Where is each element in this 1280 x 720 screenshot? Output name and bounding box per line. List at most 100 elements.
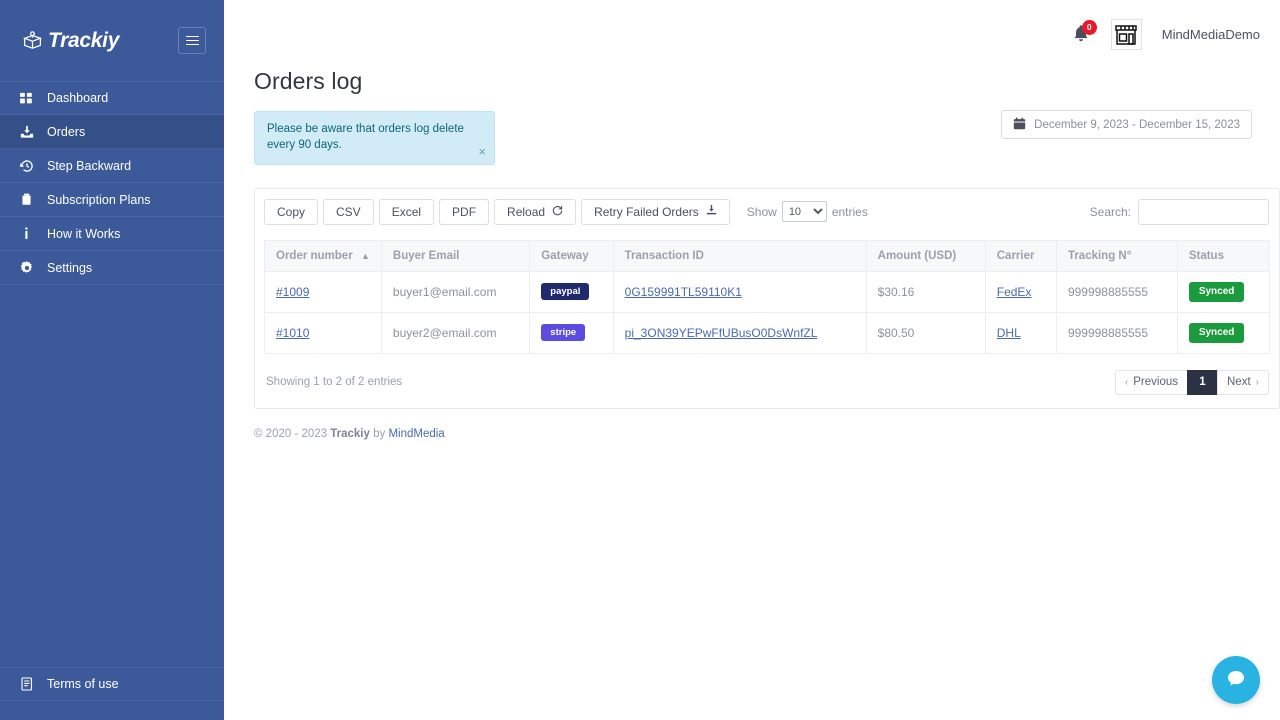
cell-tracking-number: 999998885555 xyxy=(1056,271,1177,312)
cell-order-number: #1010 xyxy=(265,312,382,353)
orders-table-head: Order number ▲ Buyer Email Gateway Trans… xyxy=(265,240,1270,271)
store-name[interactable]: MindMediaDemo xyxy=(1162,27,1260,42)
sidebar-item-label: Step Backward xyxy=(47,159,131,173)
cell-tracking-number: 999998885555 xyxy=(1056,312,1177,353)
chat-bubble-icon xyxy=(1224,667,1248,694)
chat-widget-button[interactable] xyxy=(1212,656,1260,704)
csv-button[interactable]: CSV xyxy=(323,199,374,225)
pdf-button[interactable]: PDF xyxy=(439,199,489,225)
sidebar-item-label: Settings xyxy=(47,261,92,275)
status-badge: Synced xyxy=(1189,282,1245,302)
transaction-id-link[interactable]: 0G159991TL59110K1 xyxy=(625,285,742,299)
order-number-link[interactable]: #1009 xyxy=(276,285,309,299)
grid-icon xyxy=(19,91,34,106)
footer-company-link[interactable]: MindMedia xyxy=(388,428,444,440)
pagination-page-1[interactable]: 1 xyxy=(1187,370,1217,395)
column-header-carrier[interactable]: Carrier xyxy=(985,240,1056,271)
alert-text: Please be aware that orders log delete e… xyxy=(267,123,464,151)
orders-table-card: Copy CSV Excel PDF Reload xyxy=(254,188,1280,409)
csv-button-label: CSV xyxy=(336,205,361,219)
sidebar-item-dashboard[interactable]: Dashboard xyxy=(0,81,224,115)
cell-gateway: stripe xyxy=(530,312,613,353)
main-content: Orders log Please be aware that orders l… xyxy=(224,62,1280,720)
export-buttons: Copy CSV Excel PDF Reload xyxy=(264,199,868,225)
cell-buyer-email: buyer2@email.com xyxy=(381,312,529,353)
footer-brand: Trackiy xyxy=(330,428,370,440)
transaction-id-link[interactable]: pi_3ON39YEPwFfUBusO0DsWnfZL xyxy=(625,326,818,340)
pagination-next[interactable]: Next › xyxy=(1217,370,1269,395)
pdf-button-label: PDF xyxy=(452,205,476,219)
carrier-link[interactable]: DHL xyxy=(997,326,1021,340)
topbar: 0 MindMediaDemo xyxy=(224,0,1280,62)
sidebar-header: Trackiy xyxy=(0,0,224,81)
chevron-left-icon: ‹ xyxy=(1125,377,1128,388)
page-length-select[interactable]: 10 25 50 100 xyxy=(782,201,827,222)
storefront-icon[interactable] xyxy=(1111,19,1142,50)
footer: © 2020 - 2023 Trackiy by MindMedia xyxy=(254,428,1264,440)
notifications-button[interactable]: 0 xyxy=(1071,24,1091,46)
column-header-transaction-id[interactable]: Transaction ID xyxy=(613,240,866,271)
search-input[interactable] xyxy=(1138,199,1269,225)
chevron-right-icon: › xyxy=(1256,377,1259,388)
sidebar-nav: Dashboard Orders Step Backward xyxy=(0,81,224,285)
download-box-icon xyxy=(19,124,34,139)
info-alert: Please be aware that orders log delete e… xyxy=(254,111,495,165)
bell-icon xyxy=(1071,33,1091,48)
sidebar-item-label: Subscription Plans xyxy=(47,193,151,207)
sidebar-item-label: Terms of use xyxy=(47,677,119,691)
search-label: Search: xyxy=(1090,205,1131,219)
orders-table: Order number ▲ Buyer Email Gateway Trans… xyxy=(264,240,1270,354)
alert-and-daterange-row: Please be aware that orders log delete e… xyxy=(240,111,1264,165)
show-label: Show xyxy=(747,205,777,219)
cell-amount: $30.16 xyxy=(866,271,985,312)
sidebar-item-how-it-works[interactable]: How it Works xyxy=(0,217,224,251)
carrier-link[interactable]: FedEx xyxy=(997,285,1032,299)
order-number-link[interactable]: #1010 xyxy=(276,326,309,340)
brand-name: Trackiy xyxy=(48,29,119,53)
table-row: #1009 buyer1@email.com paypal 0G159991TL… xyxy=(265,271,1270,312)
cell-order-number: #1009 xyxy=(265,271,382,312)
sidebar-item-orders[interactable]: Orders xyxy=(0,115,224,149)
orders-table-body: #1009 buyer1@email.com paypal 0G159991TL… xyxy=(265,271,1270,353)
pagination-previous[interactable]: ‹ Previous xyxy=(1115,370,1187,395)
column-header-tracking-number[interactable]: Tracking N° xyxy=(1056,240,1177,271)
info-icon xyxy=(19,226,34,241)
brand[interactable]: Trackiy xyxy=(22,29,119,53)
excel-button[interactable]: Excel xyxy=(379,199,434,225)
page-title: Orders log xyxy=(240,62,1264,95)
sidebar-item-label: How it Works xyxy=(47,227,120,241)
status-badge: Synced xyxy=(1189,323,1245,343)
table-row: #1010 buyer2@email.com stripe pi_3ON39YE… xyxy=(265,312,1270,353)
gear-icon xyxy=(19,260,34,275)
sidebar-item-subscription-plans[interactable]: Subscription Plans xyxy=(0,183,224,217)
sidebar-item-terms-of-use[interactable]: Terms of use xyxy=(0,667,224,701)
date-range-picker[interactable]: December 9, 2023 - December 15, 2023 xyxy=(1001,110,1252,139)
column-header-buyer-email[interactable]: Buyer Email xyxy=(381,240,529,271)
hamburger-icon[interactable] xyxy=(178,27,206,54)
history-clock-icon xyxy=(19,158,34,173)
cell-gateway: paypal xyxy=(530,271,613,312)
notification-badge: 0 xyxy=(1082,20,1097,35)
sidebar-item-settings[interactable]: Settings xyxy=(0,251,224,285)
reload-button[interactable]: Reload xyxy=(494,199,576,225)
sidebar-item-label: Dashboard xyxy=(47,91,108,105)
copy-button-label: Copy xyxy=(277,205,305,219)
retry-failed-orders-button[interactable]: Retry Failed Orders xyxy=(581,199,730,225)
column-header-order-number[interactable]: Order number ▲ xyxy=(265,240,382,271)
page-length-control: Show 10 25 50 100 entries xyxy=(747,201,868,222)
cell-carrier: FedEx xyxy=(985,271,1056,312)
footer-by: by xyxy=(370,428,389,440)
column-header-gateway[interactable]: Gateway xyxy=(530,240,613,271)
refresh-icon xyxy=(552,205,563,219)
footer-copyright: © 2020 - 2023 xyxy=(254,428,330,440)
sidebar-item-step-backward[interactable]: Step Backward xyxy=(0,149,224,183)
gateway-badge: paypal xyxy=(541,283,589,301)
column-header-status[interactable]: Status xyxy=(1177,240,1269,271)
sidebar-item-label: Orders xyxy=(47,125,85,139)
retry-failed-orders-label: Retry Failed Orders xyxy=(594,205,699,219)
cell-status: Synced xyxy=(1177,271,1269,312)
sidebar: Trackiy Dashboard Orders xyxy=(0,0,224,720)
close-icon[interactable]: × xyxy=(478,145,486,158)
column-header-amount[interactable]: Amount (USD) xyxy=(866,240,985,271)
copy-button[interactable]: Copy xyxy=(264,199,318,225)
